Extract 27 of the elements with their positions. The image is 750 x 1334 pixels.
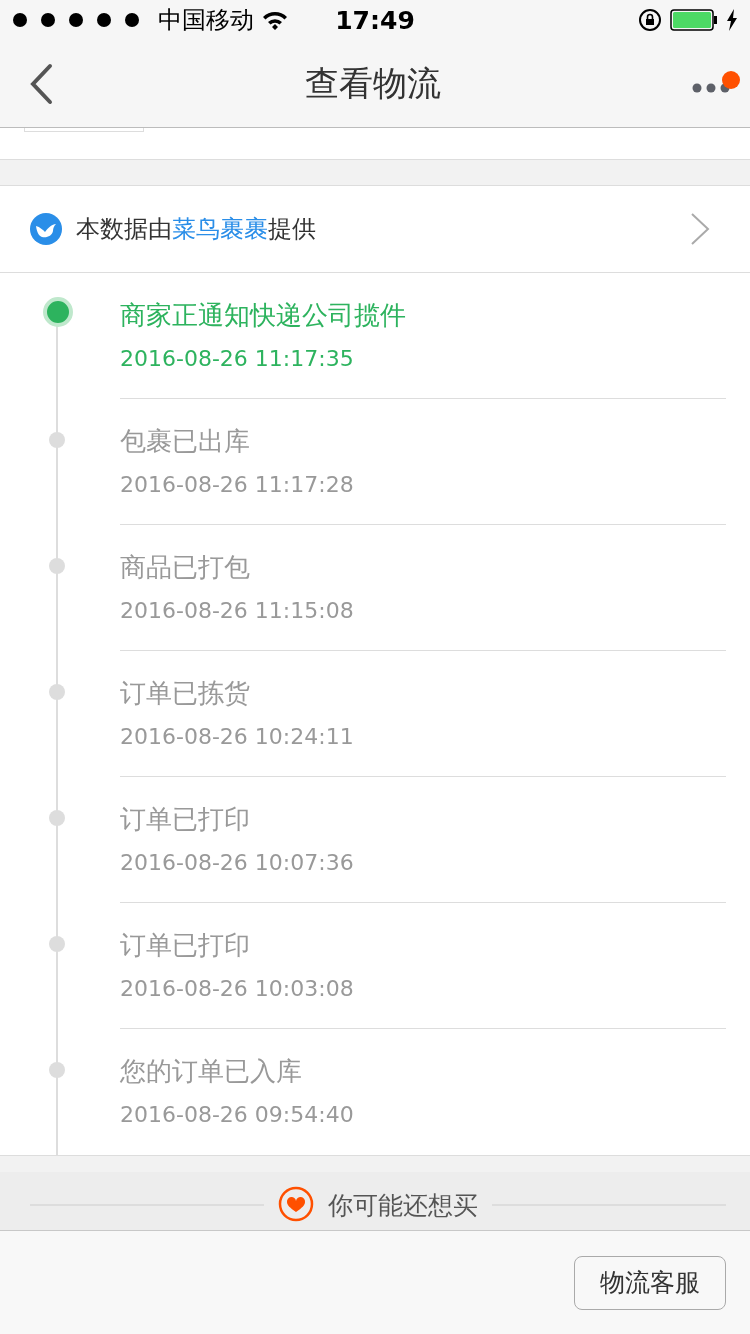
event-title: 订单已拣货 [120, 677, 251, 710]
bird-logo-icon [30, 213, 62, 245]
battery-icon [670, 9, 718, 31]
event-time: 2016-08-26 11:17:35 [120, 345, 355, 373]
chevron-right-icon [690, 212, 710, 246]
event-title: 订单已打印 [120, 803, 251, 836]
event-time: 2016-08-26 10:24:11 [120, 723, 355, 751]
event-title: 订单已打印 [120, 929, 251, 962]
event-title: 商家正通知快递公司揽件 [120, 299, 407, 332]
logistics-service-button[interactable]: 物流客服 [574, 1255, 726, 1310]
event-title: 您的订单已入库 [120, 1055, 303, 1088]
event-time: 2016-08-26 11:17:28 [120, 471, 355, 499]
event-time: 2016-08-26 09:54:40 [120, 1101, 355, 1129]
provider-row[interactable]: 本数据由菜鸟裹裹提供 [0, 185, 750, 273]
event-time: 2016-08-26 10:03:08 [120, 975, 355, 1003]
event-time: 2016-08-26 11:15:08 [120, 597, 355, 625]
event-time: 2016-08-26 10:07:36 [120, 849, 355, 877]
event-title: 包裹已出库 [120, 425, 251, 458]
page-title: 查看物流 [305, 61, 441, 105]
recommend-title: 你可能还想买 [328, 1190, 478, 1222]
rotation-lock-icon [638, 8, 662, 32]
clock-time: 17:49 [335, 5, 415, 35]
carrier-name: 中国移动 [158, 5, 254, 36]
wifi-icon [262, 10, 288, 30]
charging-icon [726, 9, 738, 31]
event-title: 商品已打包 [120, 551, 251, 584]
provider-text: 本数据由菜鸟裹裹提供 [76, 214, 317, 245]
